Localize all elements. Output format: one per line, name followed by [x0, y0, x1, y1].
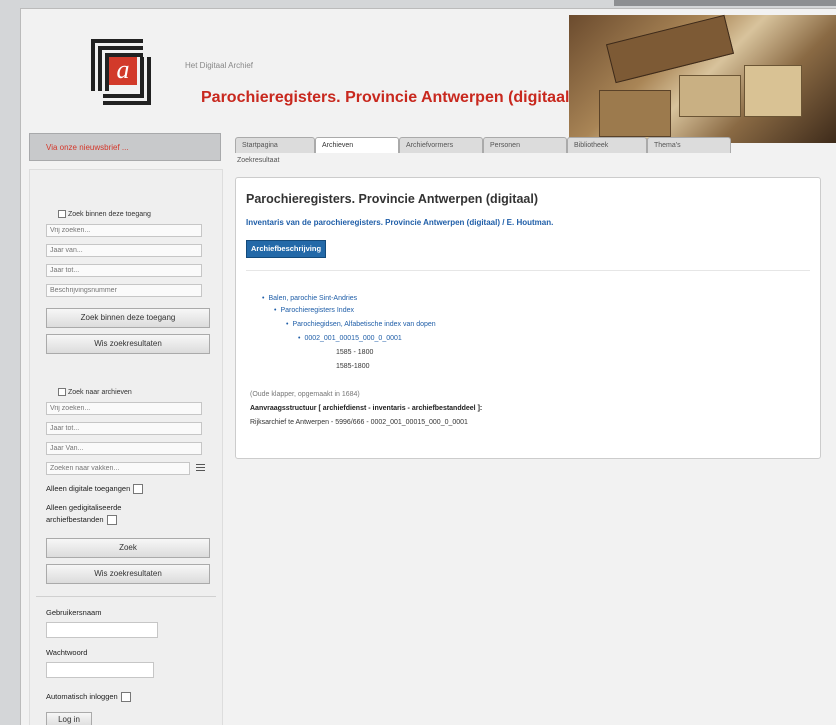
sidebar: Zoek binnen deze toegang Zoek binnen dez…: [29, 169, 223, 725]
within-year-from-input[interactable]: [46, 244, 202, 257]
archive-free-search-input[interactable]: [46, 402, 202, 415]
within-free-search-input[interactable]: [46, 224, 202, 237]
logo-mark: a: [109, 57, 137, 85]
clear-results-button[interactable]: Wis zoekresultaten: [46, 334, 210, 354]
tree-label: Parochiegidsen, Alfabetische index van d…: [292, 321, 436, 328]
search-archives-label: Zoek naar archieven: [68, 388, 132, 396]
archive-subject-search-input[interactable]: [46, 462, 190, 475]
clear-results-button-2[interactable]: Wis zoekresultaten: [46, 564, 210, 584]
auto-login-label: Automatisch inloggen: [46, 692, 118, 701]
password-label: Wachtwoord: [46, 648, 88, 657]
inventory-link[interactable]: Inventaris van de parochieregisters. Pro…: [246, 218, 553, 227]
bullet-icon: •: [262, 295, 265, 302]
within-description-number-input[interactable]: [46, 284, 202, 297]
tree-label: 0002_001_00015_000_0_0001: [304, 335, 402, 342]
main-tabs: Startpagina Archieven Archiefvormers Per…: [235, 137, 731, 155]
list-icon[interactable]: [196, 464, 205, 473]
tab-startpagina[interactable]: Startpagina: [235, 137, 315, 153]
date-range: 1585-1800: [336, 363, 370, 370]
tab-bibliotheek[interactable]: Bibliotheek: [567, 137, 647, 153]
header: a Het Digitaal Archief Parochieregisters…: [21, 9, 836, 143]
login-button[interactable]: Log in: [46, 712, 92, 725]
auto-login-checkbox[interactable]: [120, 692, 131, 703]
tree-item-level3[interactable]: • Parochiegidsen, Alfabetische index van …: [286, 321, 436, 328]
site-subtitle: Het Digitaal Archief: [185, 61, 254, 70]
tab-archiefvormers[interactable]: Archiefvormers: [399, 137, 483, 153]
tree-label: Parochieregisters Index: [280, 307, 354, 314]
hero-box: [599, 90, 671, 137]
only-digital-option: Alleen digitale toegangen: [46, 484, 144, 495]
password-input[interactable]: [46, 662, 154, 678]
only-digital-label: Alleen digitale toegangen: [46, 484, 131, 493]
tab-themas[interactable]: Thema's: [647, 137, 731, 153]
hero-box: [744, 65, 802, 117]
username-input[interactable]: [46, 622, 158, 638]
hero-box: [605, 14, 735, 84]
only-digitized-checkbox[interactable]: [106, 515, 117, 526]
tree-item-level1[interactable]: • Balen, parochie Sint-Andries: [262, 295, 357, 302]
within-year-to-input[interactable]: [46, 264, 202, 277]
auto-login-option: Automatisch inloggen: [46, 692, 131, 703]
page-header-title: Parochieregisters. Provincie Antwerpen (…: [201, 89, 575, 106]
bullet-icon: •: [298, 335, 301, 342]
archive-year-from-input[interactable]: [46, 442, 202, 455]
tree-label: Balen, parochie Sint-Andries: [268, 295, 358, 302]
search-within-label: Zoek binnen deze toegang: [68, 210, 151, 218]
tree-item-level4[interactable]: • 0002_001_00015_000_0_0001: [298, 335, 402, 342]
page-frame: a Het Digitaal Archief Parochieregisters…: [20, 8, 836, 725]
tab-personen[interactable]: Personen: [483, 137, 567, 153]
page-title: Parochieregisters. Provincie Antwerpen (…: [246, 192, 538, 206]
archive-year-to-input[interactable]: [46, 422, 202, 435]
hero-box: [679, 75, 741, 117]
username-label: Gebruikersnaam: [46, 608, 102, 617]
site-logo[interactable]: a: [91, 39, 151, 105]
search-archives-section: Zoek naar archieven: [58, 388, 132, 396]
bullet-icon: •: [286, 321, 289, 328]
header-hero-image: [569, 14, 836, 143]
divider: [36, 596, 216, 597]
call-number-label: Aanvraagsstructuur [ archiefdienst - inv…: [250, 405, 483, 412]
main-content: Parochieregisters. Provincie Antwerpen (…: [235, 177, 821, 459]
collapse-icon[interactable]: [58, 210, 66, 218]
search-within-button[interactable]: Zoek binnen deze toegang: [46, 308, 210, 328]
archive-description-button[interactable]: Archiefbeschrijving: [246, 240, 327, 258]
tree-note: (Oude klapper, opgemaakt in 1684): [250, 391, 360, 398]
call-number-value: Rijksarchief te Antwerpen - 5996/666 - 0…: [250, 419, 468, 426]
only-digitized-option: Alleen gedigitaliseerde archiefbestanden: [46, 502, 176, 526]
tab-zoekresultaat[interactable]: Zoekresultaat: [237, 157, 279, 164]
bullet-icon: •: [274, 307, 277, 314]
search-within-section: Zoek binnen deze toegang: [58, 210, 151, 218]
collapse-icon[interactable]: [58, 388, 66, 396]
top-right-bar: [614, 0, 836, 6]
newsletter-banner[interactable]: Via onze nieuwsbrief ...: [29, 133, 221, 161]
tab-archieven[interactable]: Archieven: [315, 137, 399, 153]
only-digital-checkbox[interactable]: [133, 484, 144, 495]
search-button[interactable]: Zoek: [46, 538, 210, 558]
archive-tree-panel: • Balen, parochie Sint-Andries • Parochier…: [246, 270, 810, 451]
tree-item-level2[interactable]: • Parochieregisters Index: [274, 307, 354, 314]
date-range: 1585 - 1800: [336, 349, 374, 356]
